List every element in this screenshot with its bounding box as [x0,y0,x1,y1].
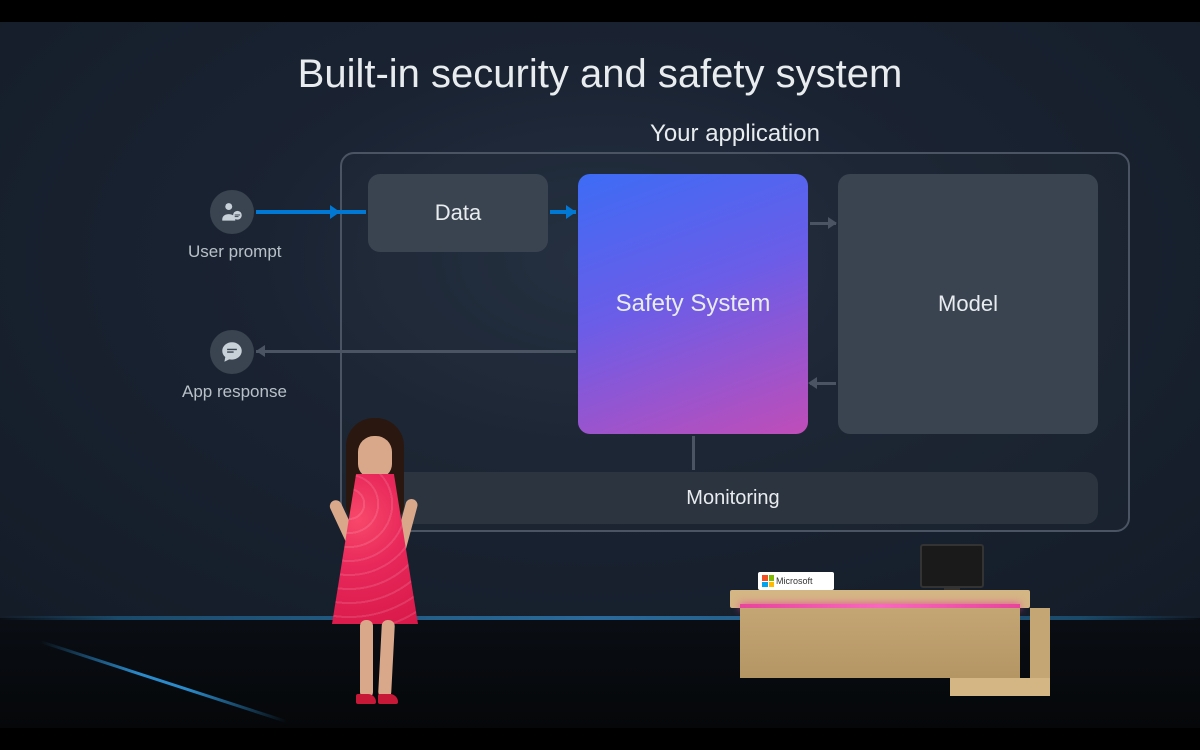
microsoft-logo-text: Microsoft [776,576,813,586]
presenter-dress [332,474,418,624]
arrow-head-icon [566,205,576,219]
monitoring-box: Monitoring [368,472,1098,524]
arrow-user-to-data [256,210,366,214]
desk-front [740,608,1020,678]
presenter-figure [310,418,440,718]
chat-bubble-icon [219,339,245,365]
application-frame-label: Your application [342,120,1128,148]
presenter-shoe [356,694,376,704]
slide-title: Built-in security and safety system [0,52,1200,97]
arrow-safety-to-monitoring [692,436,695,470]
arrow-safety-to-response [256,350,576,353]
letterbox-bottom [0,728,1200,750]
model-box: Model [838,174,1098,434]
arrow-head-icon [808,377,817,389]
letterbox-top [0,0,1200,22]
user-prompt-icon [210,190,254,234]
app-response-label: App response [182,382,287,402]
microsoft-logo-icon [762,575,774,587]
user-chat-icon [219,199,245,225]
app-response-icon [210,330,254,374]
desk-monitor [920,544,984,588]
arrow-head-icon [330,205,340,219]
presenter-leg [360,620,373,698]
presenter-face [358,436,392,478]
presenter-shoe [378,694,398,704]
safety-system-box: Safety System [578,174,808,434]
data-box: Data [368,174,548,252]
presenter-leg [378,620,395,699]
presenter-desk: Microsoft [730,560,1060,725]
arrow-head-icon [828,217,837,229]
presentation-screen: Built-in security and safety system Your… [0,22,1200,618]
desk-foot [950,678,1050,696]
user-prompt-label: User prompt [188,242,282,262]
arrow-head-icon [256,345,265,357]
